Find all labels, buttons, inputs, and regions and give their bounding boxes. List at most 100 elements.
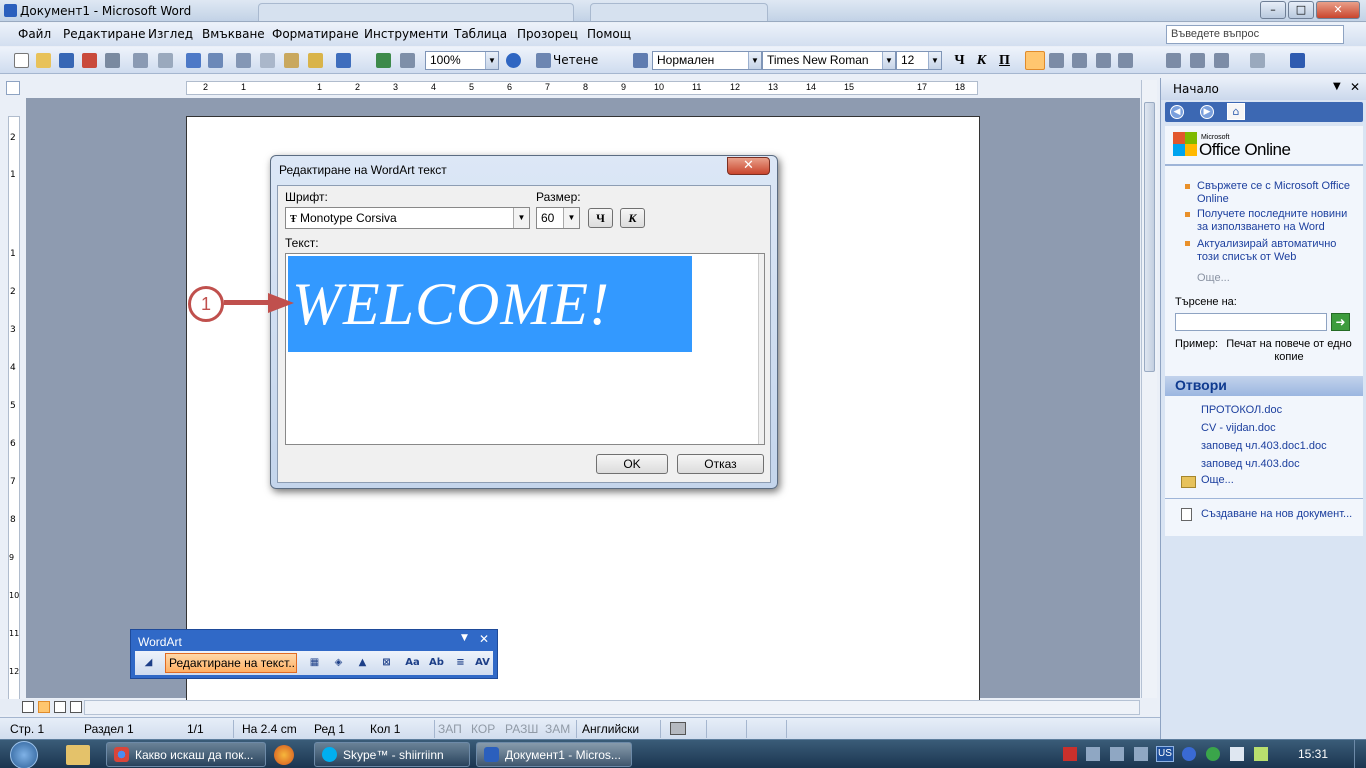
styles-icon[interactable]	[633, 53, 648, 68]
chevron-down-icon[interactable]: ▼	[513, 208, 529, 228]
font-select[interactable]: Times New Roman ▼	[762, 51, 896, 70]
horizontal-scrollbar[interactable]	[84, 700, 1140, 715]
italic-button[interactable]: К	[972, 52, 991, 70]
flag-icon[interactable]	[1230, 747, 1244, 761]
home-icon[interactable]: ⌂	[1227, 103, 1245, 120]
network-icon[interactable]	[1110, 747, 1124, 761]
bullets-icon[interactable]	[1190, 53, 1205, 68]
print-preview-icon[interactable]	[133, 53, 148, 68]
taskbar-chrome[interactable]: Какво искаш да пок...	[106, 742, 266, 767]
sync-icon[interactable]	[1206, 747, 1220, 761]
create-new-document-link[interactable]: Създаване на нов документ...	[1201, 508, 1352, 520]
explorer-icon[interactable]	[66, 745, 90, 765]
align-left-icon[interactable]	[1025, 51, 1045, 70]
reading-view-icon[interactable]	[70, 701, 82, 713]
indent-icon[interactable]	[1214, 53, 1229, 68]
scroll-thumb[interactable]	[1144, 102, 1155, 372]
cancel-button[interactable]: Отказ	[677, 454, 764, 474]
vertical-scrollbar[interactable]	[1141, 80, 1157, 698]
line-spacing-icon[interactable]	[1118, 53, 1133, 68]
character-spacing-icon[interactable]: AV	[475, 655, 490, 670]
link-more[interactable]: Още...	[1197, 272, 1357, 285]
chevron-down-icon[interactable]: ▼	[1333, 81, 1341, 92]
justify-icon[interactable]	[1096, 53, 1111, 68]
maximize-button[interactable]: □	[1288, 1, 1314, 19]
menu-insert[interactable]: Вмъкване	[202, 27, 265, 41]
new-document-icon[interactable]	[14, 53, 29, 68]
edit-wordart-text-button[interactable]: Редактиране на текст...	[165, 653, 297, 673]
clock[interactable]: 15:31	[1298, 747, 1328, 761]
taskbar-word[interactable]: Документ1 - Micros...	[476, 742, 632, 767]
ok-button[interactable]: OK	[596, 454, 668, 474]
align-center-icon[interactable]	[1049, 53, 1064, 68]
menu-view[interactable]: Изглед	[148, 27, 193, 41]
dialog-bold-button[interactable]: Ч	[588, 208, 613, 228]
vertical-ruler[interactable]: 2 1 1 2 3 4 5 6 7 8 9 10 11 12	[8, 116, 20, 704]
link-auto-update[interactable]: Актуализирай автоматично този списък от …	[1197, 238, 1357, 264]
search-go-icon[interactable]: ➜	[1331, 313, 1350, 331]
dialog-font-select[interactable]: Ŧ Monotype Corsiva ▼	[285, 207, 530, 229]
wordart-text-input[interactable]: WELCOME!	[285, 253, 765, 445]
start-button[interactable]	[10, 741, 38, 768]
translate-icon[interactable]	[208, 53, 223, 68]
save-icon[interactable]	[59, 53, 74, 68]
chevron-down-icon[interactable]: ▼	[563, 208, 579, 228]
cut-icon[interactable]	[236, 53, 251, 68]
status-rec[interactable]: ЗАП	[438, 722, 462, 736]
forward-icon[interactable]: ▶	[1200, 105, 1214, 119]
firefox-icon[interactable]	[274, 745, 294, 765]
menu-window[interactable]: Прозорец	[517, 27, 578, 41]
open-more-link[interactable]: Още...	[1201, 474, 1234, 486]
search-input[interactable]	[1175, 313, 1327, 331]
insert-wordart-icon[interactable]: ◢	[141, 655, 156, 670]
horizontal-ruler[interactable]: 2 1 1 2 3 4 5 6 7 8 9 10 11 12 13 14 15 …	[186, 81, 978, 95]
tray-icon[interactable]	[1254, 747, 1268, 761]
tab-selector[interactable]	[6, 81, 20, 95]
status-ovr[interactable]: ЗАМ	[545, 722, 570, 736]
underline-button[interactable]: П	[995, 52, 1014, 70]
status-ext[interactable]: РАЗШ	[505, 722, 538, 736]
wordart-gallery-icon[interactable]: ▦	[307, 655, 322, 670]
same-letter-heights-icon[interactable]: Aa	[405, 655, 420, 670]
help-tray-icon[interactable]	[1182, 747, 1196, 761]
text-scrollbar[interactable]	[758, 254, 764, 444]
ask-question-input[interactable]: Въведете въпрос	[1166, 25, 1344, 44]
align-right-icon[interactable]	[1072, 53, 1087, 68]
chevron-down-icon[interactable]: ▼	[485, 52, 498, 69]
recent-file[interactable]: заповед чл.403.doc1.doc	[1201, 440, 1327, 452]
font-color-icon[interactable]	[1290, 53, 1305, 68]
menu-tools[interactable]: Инструменти	[364, 27, 448, 41]
recent-file[interactable]: заповед чл.403.doc	[1201, 458, 1300, 470]
menu-table[interactable]: Таблица	[454, 27, 507, 41]
chevron-down-icon[interactable]: ▼	[928, 52, 941, 69]
recent-file[interactable]: CV - vijdan.doc	[1201, 422, 1276, 434]
copy-icon[interactable]	[260, 53, 275, 68]
close-icon[interactable]: ✕	[479, 632, 489, 646]
chevron-down-icon[interactable]: ▼	[882, 52, 895, 69]
wordart-alignment-icon[interactable]: ≡	[453, 655, 468, 670]
open-icon[interactable]	[36, 53, 51, 68]
menu-help[interactable]: Помощ	[587, 27, 631, 41]
outline-view-icon[interactable]	[54, 701, 66, 713]
undo-icon[interactable]	[336, 53, 351, 68]
print-icon[interactable]	[105, 53, 120, 68]
menu-edit[interactable]: Редактиране	[63, 27, 146, 41]
vertical-text-icon[interactable]: Ab	[429, 655, 444, 670]
dialog-italic-button[interactable]: К	[620, 208, 645, 228]
hyperlink-icon[interactable]	[376, 53, 391, 68]
spelling-status-icon[interactable]	[670, 722, 686, 735]
menu-file[interactable]: Файл	[18, 27, 51, 41]
menu-format[interactable]: Форматиране	[272, 27, 359, 41]
back-icon[interactable]: ◀	[1170, 105, 1184, 119]
text-wrapping-icon[interactable]: ⊠	[379, 655, 394, 670]
status-language[interactable]: Английски	[582, 722, 639, 736]
print-layout-icon[interactable]	[38, 701, 50, 713]
permission-icon[interactable]	[82, 53, 97, 68]
taskbar-skype[interactable]: Skype™ - shiirriinn	[314, 742, 470, 767]
show-desktop-button[interactable]	[1354, 740, 1366, 768]
tray-app-icon[interactable]	[1063, 747, 1077, 761]
help-icon[interactable]	[506, 53, 521, 68]
read-mode-icon[interactable]	[536, 53, 551, 68]
table-icon[interactable]	[400, 53, 415, 68]
border-icon[interactable]	[1250, 53, 1265, 68]
